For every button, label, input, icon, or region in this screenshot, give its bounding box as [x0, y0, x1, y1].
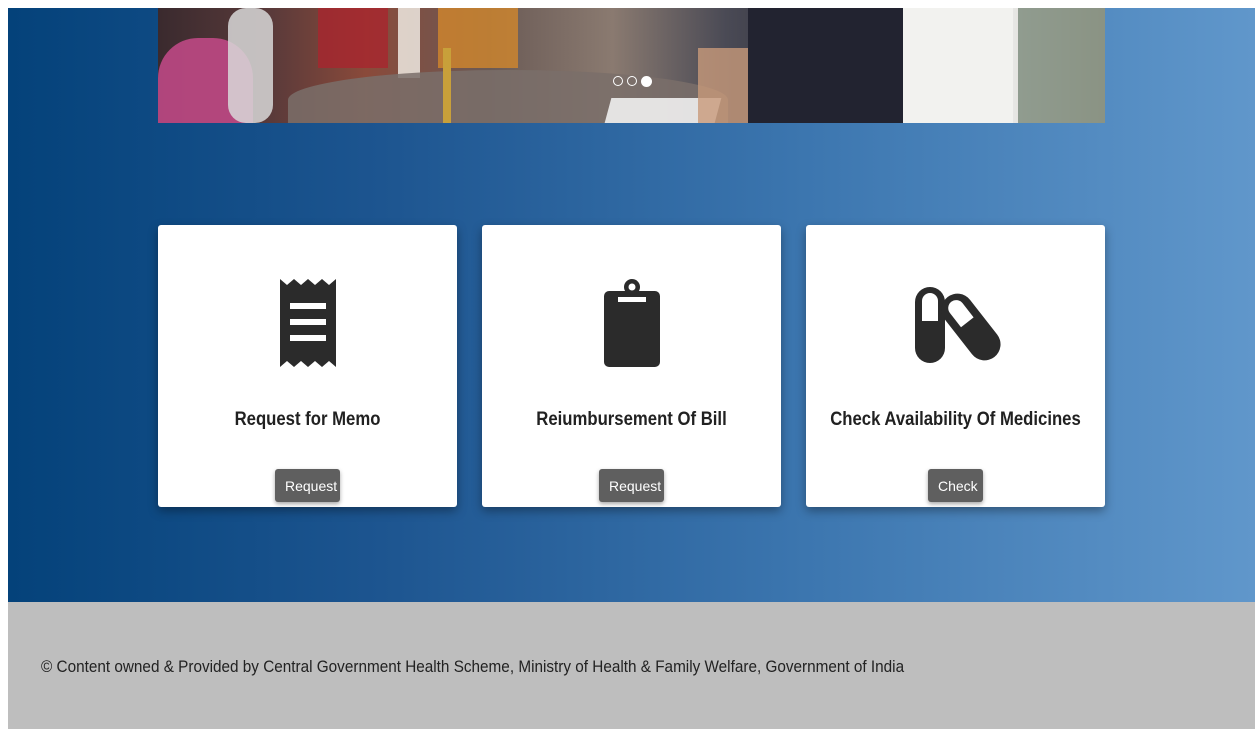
card-reimbursement-bill: Reiumbursement Of Bill Request — [482, 225, 781, 507]
card-title: Check Availability Of Medicines — [830, 409, 1081, 430]
carousel-photo-shape — [1018, 8, 1105, 123]
page: Request for Memo Request Reiumbursement … — [8, 8, 1255, 729]
carousel-indicators — [613, 74, 652, 88]
carousel-photo-shape — [228, 8, 273, 123]
carousel-photo-shape — [443, 48, 451, 123]
card-check-medicines: Check Availability Of Medicines Check — [806, 225, 1105, 507]
carousel-photo-shape — [318, 8, 388, 68]
card-title: Reiumbursement Of Bill — [536, 409, 727, 430]
carousel-dot[interactable] — [613, 76, 623, 86]
request-reimbursement-button[interactable]: Request — [599, 469, 664, 502]
image-carousel[interactable] — [158, 8, 1105, 123]
footer: © Content owned & Provided by Central Go… — [8, 602, 1255, 729]
carousel-photo-shape — [398, 8, 420, 78]
pills-icon — [806, 277, 1105, 373]
carousel-dot[interactable] — [641, 75, 652, 87]
receipt-icon — [158, 277, 457, 373]
card-request-memo: Request for Memo Request — [158, 225, 457, 507]
card-title: Request for Memo — [234, 409, 381, 430]
check-medicines-button[interactable]: Check — [928, 469, 983, 502]
services-row: Request for Memo Request Reiumbursement … — [158, 225, 1105, 507]
clipboard-icon — [482, 277, 781, 373]
carousel-photo-shape — [698, 48, 748, 123]
request-memo-button[interactable]: Request — [275, 469, 340, 502]
carousel-dot[interactable] — [627, 76, 637, 86]
carousel-photo-shape — [903, 8, 1013, 123]
footer-copyright: © Content owned & Provided by Central Go… — [41, 657, 905, 676]
carousel-photo-shape — [748, 8, 903, 123]
hero-section: Request for Memo Request Reiumbursement … — [8, 8, 1255, 602]
